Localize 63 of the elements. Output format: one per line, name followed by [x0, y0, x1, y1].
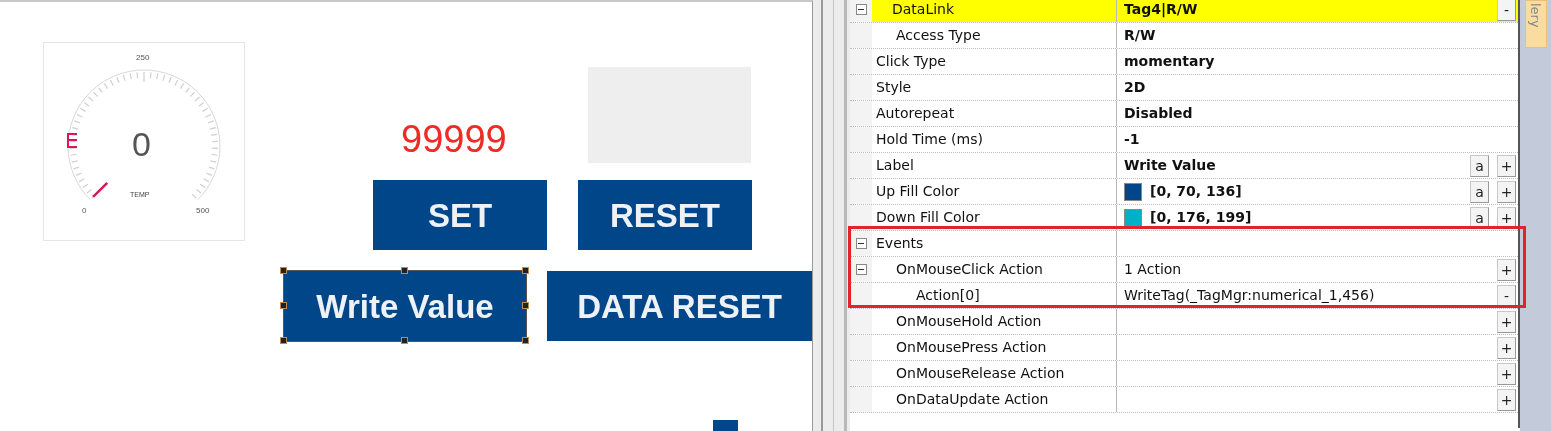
property-button[interactable]: -: [1497, 284, 1516, 307]
scale-label: 500: [196, 207, 210, 215]
property-button[interactable]: +: [1497, 206, 1516, 229]
property-name[interactable]: Access Type: [872, 23, 1117, 48]
property-value[interactable]: momentary: [1124, 51, 1215, 72]
property-button[interactable]: +: [1497, 388, 1516, 411]
property-value[interactable]: WriteTag(_TagMgr:numerical_1,456): [1124, 285, 1375, 306]
property-button[interactable]: -: [1497, 0, 1516, 21]
property-name[interactable]: Down Fill Color: [872, 205, 1117, 230]
property-button[interactable]: a: [1470, 206, 1489, 229]
property-value[interactable]: -1: [1124, 129, 1140, 150]
gauge-needle: [92, 181, 109, 198]
resize-handle[interactable]: [401, 337, 408, 344]
widget-edge: [713, 420, 738, 431]
setpoint-marker-icon: [67, 133, 78, 148]
property-button[interactable]: a: [1470, 180, 1489, 203]
property-value[interactable]: 2D: [1124, 77, 1146, 98]
property-name[interactable]: OnMouseClick Action: [872, 257, 1117, 282]
property-value[interactable]: [0, 70, 136]: [1150, 181, 1242, 202]
property-name[interactable]: Style: [872, 75, 1117, 100]
property-name[interactable]: Up Fill Color: [872, 179, 1117, 204]
property-value[interactable]: Disabled: [1124, 103, 1193, 124]
property-name[interactable]: Autorepeat: [872, 101, 1117, 126]
hmi-button[interactable]: DATA RESET: [547, 271, 812, 341]
property-value[interactable]: R/W: [1124, 25, 1156, 46]
property-button[interactable]: +: [1497, 336, 1516, 359]
property-value[interactable]: [0, 176, 199]: [1150, 207, 1252, 228]
hmi-button[interactable]: SET: [373, 180, 547, 250]
resize-handle[interactable]: [401, 267, 408, 274]
property-value[interactable]: Write Value: [1124, 155, 1216, 176]
gauge-value: 0: [132, 127, 151, 161]
hmi-button[interactable]: Write Value: [284, 271, 526, 341]
property-name[interactable]: Click Type: [872, 49, 1117, 74]
property-button[interactable]: +: [1497, 154, 1516, 177]
scale-label: 250: [136, 54, 150, 62]
property-name[interactable]: Hold Time (ms): [872, 127, 1117, 152]
resize-handle[interactable]: [522, 267, 529, 274]
collapse-toggle[interactable]: [855, 238, 867, 249]
property-value[interactable]: 1 Action: [1124, 259, 1182, 280]
collapse-toggle[interactable]: [855, 264, 867, 275]
resize-handle[interactable]: [522, 337, 529, 344]
property-name[interactable]: Label: [872, 153, 1117, 178]
property-name[interactable]: Action[0]: [872, 283, 1117, 308]
resize-handle[interactable]: [280, 337, 287, 344]
property-name[interactable]: OnMousePress Action: [872, 335, 1117, 360]
property-button[interactable]: +: [1497, 258, 1516, 281]
property-value[interactable]: Tag4|R/W: [1124, 0, 1198, 20]
hmi-button[interactable]: RESET: [578, 180, 752, 250]
resize-handle[interactable]: [280, 302, 287, 309]
property-button[interactable]: a: [1470, 154, 1489, 177]
resize-handle[interactable]: [280, 267, 287, 274]
property-name[interactable]: OnMouseHold Action: [872, 309, 1117, 334]
resize-handle[interactable]: [522, 302, 529, 309]
property-name[interactable]: DataLink: [872, 0, 1117, 22]
scale-label: 0: [82, 207, 87, 215]
numeric-display: 99999: [401, 120, 507, 158]
property-name[interactable]: OnMouseRelease Action: [872, 361, 1117, 386]
property-name[interactable]: OnDataUpdate Action: [872, 387, 1117, 412]
property-button[interactable]: +: [1497, 362, 1516, 385]
collapse-toggle[interactable]: [855, 4, 867, 15]
property-name[interactable]: Events: [872, 231, 1117, 256]
property-button[interactable]: +: [1497, 310, 1516, 333]
property-button[interactable]: +: [1497, 180, 1516, 203]
